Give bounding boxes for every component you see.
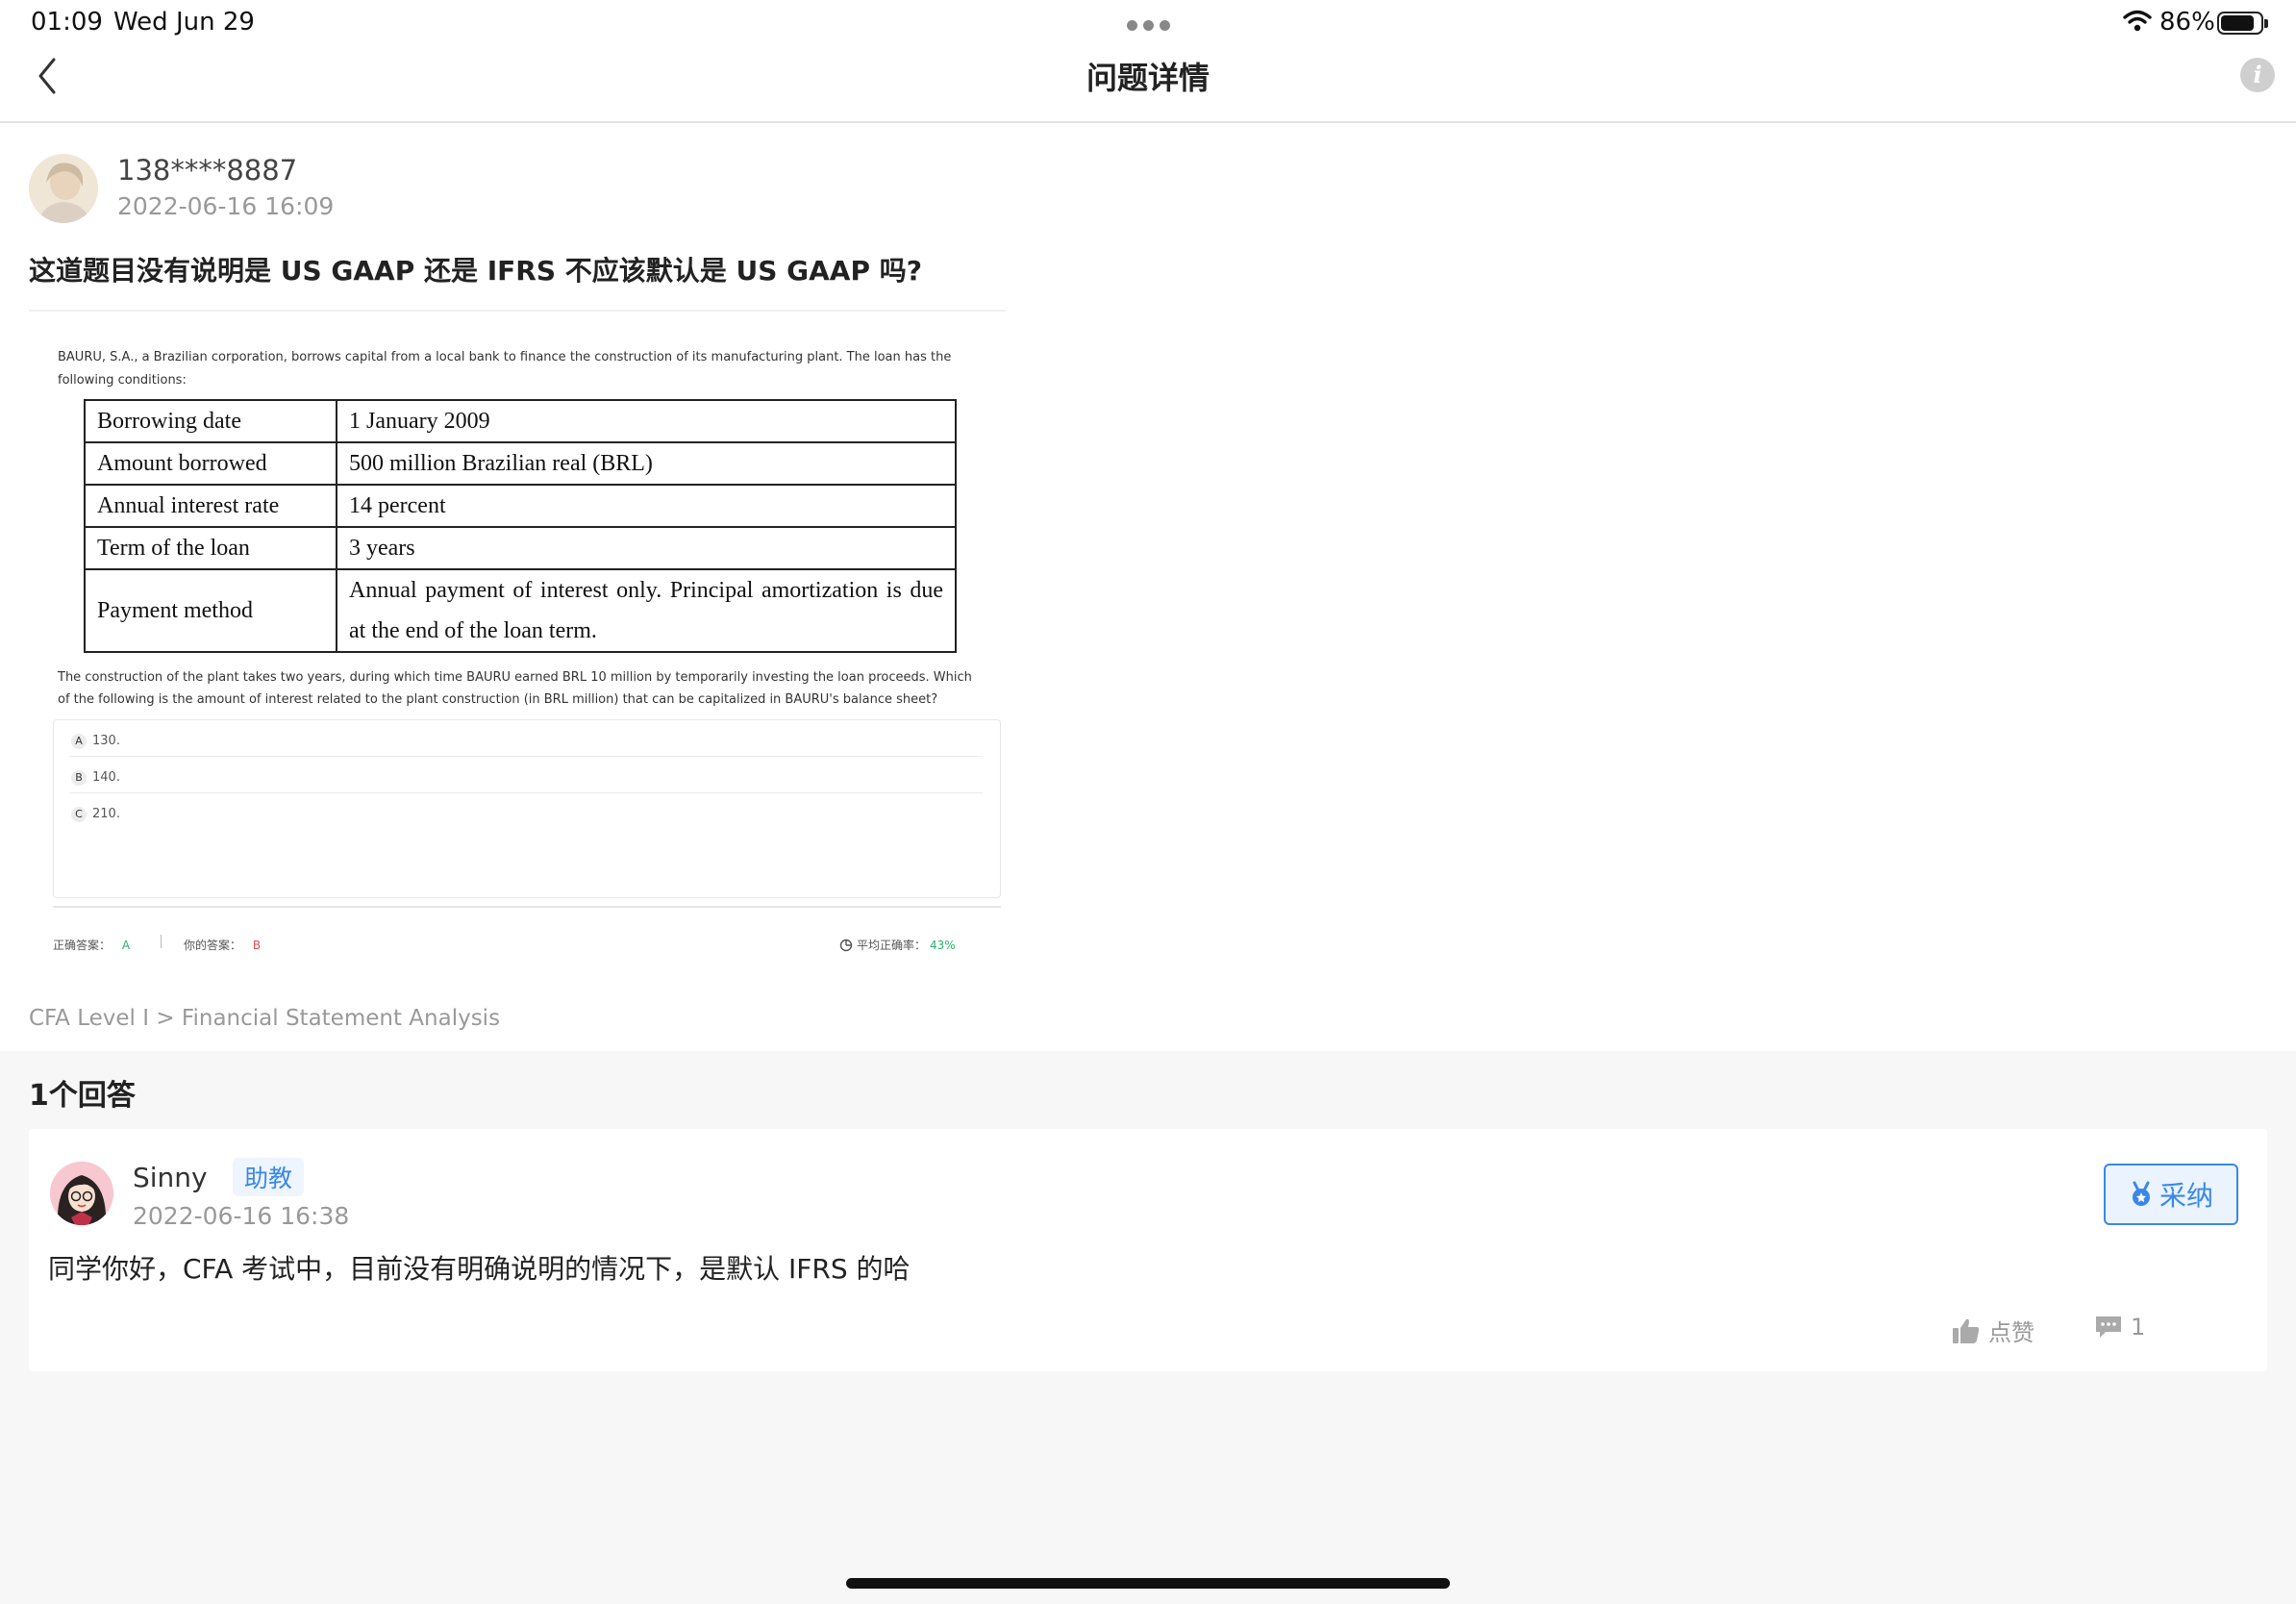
correct-answer-label: 正确答案： bbox=[53, 939, 112, 952]
divider bbox=[29, 310, 1006, 312]
table-value: 500 million Brazilian real (BRL) bbox=[336, 441, 957, 486]
question-user: 138****8887 bbox=[117, 154, 298, 187]
answer-user: Sinny bbox=[133, 1162, 208, 1193]
table-key: Annual interest rate bbox=[84, 484, 337, 528]
average-accuracy: 平均正确率： 43% bbox=[839, 937, 956, 953]
home-indicator[interactable] bbox=[846, 1578, 1450, 1589]
question-paragraph: The construction of the plant takes two … bbox=[58, 670, 972, 707]
pie-chart-icon bbox=[839, 939, 853, 951]
divider bbox=[69, 756, 983, 757]
table-value: 1 January 2009 bbox=[336, 399, 957, 443]
table-row: Borrowing date 1 January 2009 bbox=[84, 399, 957, 443]
option-letter: C bbox=[71, 807, 87, 822]
table-key: Payment method bbox=[84, 568, 337, 653]
question-time: 2022-06-16 16:09 bbox=[117, 192, 335, 220]
option-text: 130. bbox=[92, 734, 120, 748]
options-box: A 130. B 140. C 210. bbox=[53, 719, 1001, 898]
loan-table: Borrowing date 1 January 2009 Amount bor… bbox=[84, 399, 957, 653]
battery-icon bbox=[2217, 12, 2268, 35]
info-icon[interactable]: i bbox=[2240, 58, 2275, 92]
table-key: Amount borrowed bbox=[84, 441, 337, 486]
table-row: Annual interest rate 14 percent bbox=[84, 484, 957, 528]
divider bbox=[161, 935, 162, 948]
adopt-button[interactable]: 采纳 bbox=[2104, 1164, 2238, 1225]
your-answer: 你的答案： B bbox=[184, 937, 261, 953]
comment-icon bbox=[2096, 1316, 2121, 1338]
multitasking-dots-icon[interactable] bbox=[1127, 20, 1170, 31]
comment-count: 1 bbox=[2131, 1314, 2146, 1341]
table-value: 3 years bbox=[336, 526, 957, 570]
divider bbox=[69, 792, 983, 793]
option-text: 210. bbox=[92, 807, 120, 821]
page-title: 问题详情 bbox=[1086, 60, 1210, 96]
answer-card: Sinny 助教 2022-06-16 16:38 同学你好，CFA 考试中，目… bbox=[29, 1129, 2267, 1371]
your-answer-label: 你的答案： bbox=[184, 939, 242, 952]
option-a: A 130. bbox=[71, 734, 120, 749]
like-label: 点赞 bbox=[1988, 1319, 2034, 1346]
option-c: C 210. bbox=[71, 807, 120, 822]
table-key: Term of the loan bbox=[84, 526, 337, 570]
wifi-icon bbox=[2123, 10, 2152, 37]
adopt-label: 采纳 bbox=[2159, 1180, 2213, 1212]
table-key: Borrowing date bbox=[84, 399, 337, 443]
question-image[interactable]: BAURU, S.A., a Brazilian corporation, bo… bbox=[29, 317, 1006, 971]
table-row: Payment method Annual payment of interes… bbox=[84, 568, 957, 653]
divider bbox=[53, 906, 1001, 908]
avatar[interactable] bbox=[50, 1162, 113, 1225]
option-letter: B bbox=[71, 770, 87, 786]
table-row: Amount borrowed 500 million Brazilian re… bbox=[84, 441, 957, 486]
correct-answer: 正确答案： A bbox=[53, 937, 130, 953]
average-accuracy-label: 平均正确率： bbox=[857, 939, 927, 952]
answer-time: 2022-06-16 16:38 bbox=[133, 1202, 350, 1230]
correct-answer-value: A bbox=[121, 939, 131, 952]
like-button[interactable]: 点赞 bbox=[1952, 1314, 2034, 1347]
question-text: 这道题目没有说明是 US GAAP 还是 IFRS 不应该默认是 US GAAP… bbox=[29, 255, 922, 287]
table-value: Annual payment of interest only. Princip… bbox=[336, 568, 957, 653]
option-text: 140. bbox=[92, 770, 120, 785]
answer-text: 同学你好，CFA 考试中，目前没有明确说明的情况下，是默认 IFRS 的哈 bbox=[48, 1253, 911, 1285]
table-value: 14 percent bbox=[336, 484, 957, 528]
role-badge: 助教 bbox=[233, 1158, 305, 1196]
average-accuracy-value: 43% bbox=[930, 938, 956, 952]
thumbs-up-icon bbox=[1953, 1318, 1980, 1343]
medal-icon bbox=[2132, 1181, 2150, 1206]
your-answer-value: B bbox=[252, 939, 262, 952]
question-intro: BAURU, S.A., a Brazilian corporation, bo… bbox=[58, 350, 952, 388]
comment-button[interactable]: 1 bbox=[2094, 1314, 2145, 1341]
status-time: 01:09 bbox=[31, 8, 103, 37]
option-b: B 140. bbox=[71, 770, 120, 786]
answers-heading: 1个回答 bbox=[29, 1079, 136, 1113]
option-letter: A bbox=[71, 734, 87, 749]
battery-percent: 86% bbox=[2159, 8, 2215, 37]
status-date: Wed Jun 29 bbox=[113, 8, 255, 37]
breadcrumb[interactable]: CFA Level I > Financial Statement Analys… bbox=[29, 1006, 500, 1031]
nav-divider bbox=[0, 121, 2296, 123]
table-row: Term of the loan 3 years bbox=[84, 526, 957, 570]
avatar[interactable] bbox=[29, 154, 98, 223]
